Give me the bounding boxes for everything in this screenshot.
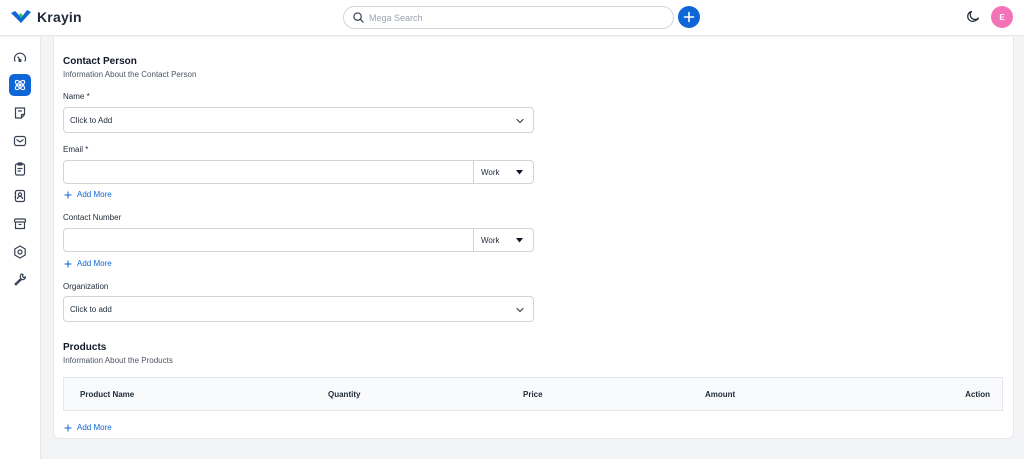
products-table-header: Product Name Quantity Price Amount Actio…: [63, 377, 1003, 411]
chevron-down-icon: [516, 118, 524, 124]
plus-icon: [64, 424, 72, 431]
organization-select[interactable]: Click to add: [63, 296, 534, 322]
top-bar: Krayin E: [0, 0, 1024, 36]
brand-name: Krayin: [37, 9, 82, 25]
sidebar-item-contacts[interactable]: [9, 185, 31, 207]
name-select-value: Click to Add: [70, 115, 113, 125]
quick-create-button[interactable]: [678, 6, 700, 28]
sidebar-item-mail[interactable]: [9, 130, 31, 152]
sidebar-item-quotes[interactable]: [9, 102, 31, 124]
sidebar-item-dashboard[interactable]: [9, 47, 31, 69]
chevron-down-icon: [516, 307, 524, 313]
column-header-quantity: Quantity: [328, 390, 361, 399]
contact-number-label: Contact Number: [63, 213, 122, 222]
email-field[interactable]: [64, 161, 474, 183]
products-add-more-link[interactable]: Add More: [64, 423, 112, 432]
name-select[interactable]: Click to Add: [63, 107, 534, 133]
clipboard-icon: [14, 162, 26, 176]
caret-down-icon: [516, 238, 523, 243]
contact-person-subtitle: Information About the Contact Person: [63, 70, 197, 79]
contact-number-type-select[interactable]: Work: [473, 229, 533, 251]
krayin-logo-icon: [11, 10, 31, 23]
email-add-more-label: Add More: [77, 190, 112, 199]
products-subtitle: Information About the Products: [63, 356, 173, 365]
column-header-price: Price: [523, 390, 543, 399]
name-label: Name *: [63, 92, 90, 101]
email-input-group: Work: [63, 160, 534, 184]
sidebar-item-configuration[interactable]: [9, 268, 31, 290]
avatar[interactable]: E: [991, 6, 1013, 28]
sidebar-item-products[interactable]: [9, 213, 31, 235]
email-type-select[interactable]: Work: [473, 161, 533, 183]
atom-icon: [14, 79, 26, 91]
wrench-icon: [14, 273, 27, 286]
column-header-amount: Amount: [705, 390, 736, 399]
contact-person-title: Contact Person: [63, 56, 137, 67]
plus-icon: [64, 191, 72, 198]
logo[interactable]: Krayin: [10, 9, 82, 25]
mail-icon: [13, 135, 27, 147]
sidebar: [0, 37, 41, 459]
plus-icon: [683, 11, 695, 23]
email-type-value: Work: [481, 167, 500, 177]
sidebar-item-settings[interactable]: [9, 241, 31, 263]
sidebar-item-leads[interactable]: [9, 74, 31, 96]
sidebar-item-activities[interactable]: [9, 158, 31, 180]
gear-icon: [14, 245, 26, 259]
organization-select-value: Click to add: [70, 304, 112, 314]
contact-book-icon: [14, 189, 26, 203]
note-icon: [14, 107, 26, 119]
box-icon: [13, 218, 27, 230]
gauge-icon: [13, 52, 27, 63]
moon-icon: [967, 10, 980, 22]
plus-icon: [64, 260, 72, 267]
column-header-product-name: Product Name: [80, 390, 135, 399]
email-label: Email *: [63, 145, 89, 154]
column-header-action: Action: [965, 390, 990, 399]
email-add-more-link[interactable]: Add More: [64, 190, 112, 199]
contact-number-add-more-link[interactable]: Add More: [64, 259, 112, 268]
products-title: Products: [63, 342, 107, 353]
products-add-more-label: Add More: [77, 423, 112, 432]
search-input[interactable]: [369, 12, 649, 23]
contact-number-type-value: Work: [481, 235, 500, 245]
contact-number-add-more-label: Add More: [77, 259, 112, 268]
contact-number-field[interactable]: [64, 229, 474, 251]
dark-mode-toggle[interactable]: [964, 8, 982, 26]
search-icon: [353, 12, 364, 23]
organization-label: Organization: [63, 282, 109, 291]
contact-number-input-group: Work: [63, 228, 534, 252]
caret-down-icon: [516, 170, 523, 175]
lead-form-card: Contact Person Information About the Con…: [53, 37, 1014, 439]
mega-search[interactable]: [343, 6, 674, 29]
